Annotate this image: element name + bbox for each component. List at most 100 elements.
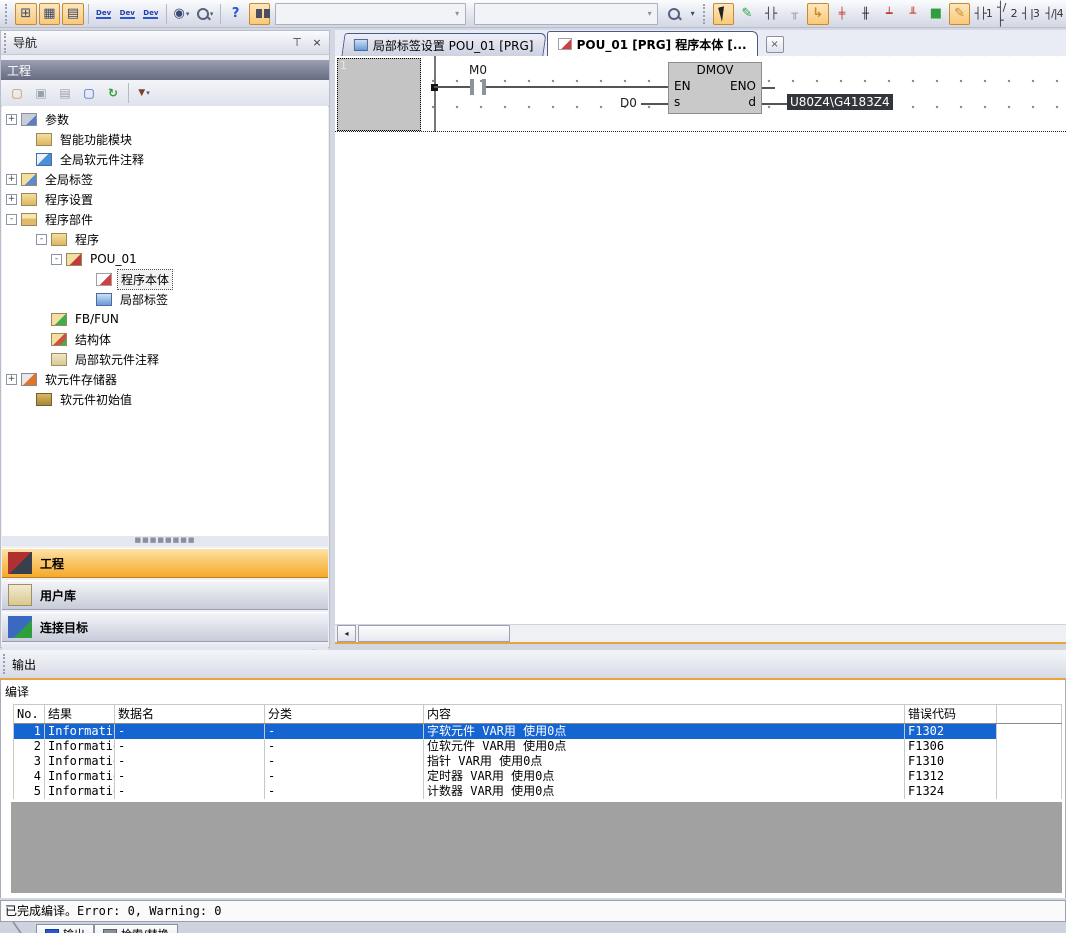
tree-item-pou[interactable]: -程序部件	[2, 209, 328, 229]
help-button[interactable]: ?	[225, 3, 247, 25]
search-combo-1[interactable]: ▾	[275, 3, 465, 25]
col-category[interactable]: 分类	[265, 705, 424, 723]
table-row[interactable]: 4 Information - - 定时器 VAR用 使用0点 F1312	[14, 769, 1062, 784]
document-find-button[interactable]	[663, 3, 685, 25]
search-combo-1-input[interactable]	[276, 5, 449, 23]
device-comment-edit-button[interactable]: ■	[925, 3, 947, 25]
device-memory-button[interactable]: Dev	[116, 3, 138, 25]
open-contact-symbol[interactable]	[470, 79, 474, 95]
nav-button-connection[interactable]: 连接目标	[2, 612, 328, 642]
tree-item-fb-fun[interactable]: FB/FUN	[2, 309, 328, 329]
expand-icon[interactable]: +	[6, 194, 17, 205]
destination-operand-selected[interactable]: U80Z4\G4183Z4	[787, 94, 893, 110]
horizontal-scrollbar[interactable]: ◂	[335, 624, 1066, 642]
ladder-editor[interactable]: 1 M0 DMOV ENENO sd D0 U80Z4\G4183Z4	[335, 56, 1066, 623]
toolbar-overflow-button[interactable]: ▾	[687, 3, 699, 25]
panel-splitter[interactable]: ■■■■■■■■	[2, 536, 328, 546]
table-header-row: No. 结果 数据名 分类 内容 错误代码	[14, 705, 1062, 724]
tree-item-structure[interactable]: 结构体	[2, 329, 328, 349]
close-branch-button[interactable]: ┤/|4	[1043, 3, 1065, 25]
expand-icon[interactable]: -	[51, 254, 62, 265]
tab-close-button[interactable]: ×	[766, 36, 784, 53]
tree-item-program-body[interactable]: 程序本体	[2, 269, 328, 289]
open-contact-button[interactable]: ┤├1	[972, 3, 994, 25]
panel-grip[interactable]	[4, 33, 10, 53]
search-combo-2-input[interactable]	[475, 5, 643, 23]
wire-mode-button[interactable]: ↳	[807, 3, 829, 25]
source-operand[interactable]: D0	[620, 96, 637, 110]
expand-icon[interactable]: +	[6, 374, 17, 385]
table-row[interactable]: 2 Information - - 位软元件 VAR用 使用0点 F1306	[14, 739, 1062, 754]
scrollbar-thumb[interactable]	[358, 625, 510, 642]
expand-icon[interactable]: -	[36, 234, 47, 245]
tree-item-local-label[interactable]: 局部标签	[2, 289, 328, 309]
table-row[interactable]: 1 Information - - 字软元件 VAR用 使用0点 F1302	[14, 724, 1062, 739]
combo-arrow-icon[interactable]: ▾	[642, 5, 657, 23]
col-result[interactable]: 结果	[45, 705, 115, 723]
statement-edit-button[interactable]: ✎	[949, 3, 971, 25]
table-row[interactable]: 3 Information - - 指针 VAR用 使用0点 F1310	[14, 754, 1062, 769]
toolbar-grip[interactable]	[703, 4, 709, 24]
tree-item-device-memory[interactable]: +软元件存储器	[2, 369, 328, 389]
dock-tab-output[interactable]: 输出	[36, 924, 94, 933]
rung-step-box[interactable]: 1	[337, 58, 421, 131]
tree-item-device-initial[interactable]: 软元件初始值	[2, 389, 328, 409]
tree-item-intelligent-module[interactable]: 智能功能模块	[2, 129, 328, 149]
col-error-code[interactable]: 错误代码	[905, 705, 997, 723]
tree-item-global-label[interactable]: +全局标签	[2, 169, 328, 189]
dropdown-arrow-icon: ▾	[146, 89, 150, 97]
tree-item-global-device-comment[interactable]: 全局软元件注释	[2, 149, 328, 169]
toolbar-grip[interactable]	[5, 4, 11, 24]
new-data-button[interactable]: ▢	[6, 83, 28, 104]
data-info-button[interactable]: ▢	[78, 83, 100, 104]
device-comment-button[interactable]: Dev	[93, 3, 115, 25]
search-combo-2[interactable]: ▾	[474, 3, 659, 25]
function-block-dmov[interactable]: DMOV ENENO sd	[668, 62, 762, 114]
col-data-name[interactable]: 数据名	[115, 705, 265, 723]
refresh-button[interactable]: ↻	[102, 83, 124, 104]
edit-mode-button[interactable]: ✎	[736, 3, 758, 25]
pin-icon[interactable]: ⊤	[289, 35, 305, 50]
combo-arrow-icon[interactable]: ▾	[450, 5, 465, 23]
close-icon[interactable]: ×	[309, 35, 325, 50]
select-mode-button[interactable]	[713, 3, 735, 25]
expand-icon[interactable]: -	[6, 214, 17, 225]
device-setting-button[interactable]: Dev	[140, 3, 162, 25]
monitor-mode-button[interactable]: ╥	[783, 3, 805, 25]
tree-item-pou01[interactable]: -POU_01	[2, 249, 328, 269]
tab-program-body[interactable]: POU_01 [PRG] 程序本体 [...	[547, 31, 758, 56]
work-window-button[interactable]: ▤	[62, 3, 84, 25]
expand-icon[interactable]: +	[6, 114, 17, 125]
copy-button[interactable]: ▣	[30, 83, 52, 104]
delete-vline-button[interactable]: ╨	[902, 3, 924, 25]
expand-icon[interactable]: +	[6, 174, 17, 185]
tree-item-parameters[interactable]: +参数	[2, 109, 328, 129]
nav-button-user-library[interactable]: 用户库	[2, 580, 328, 610]
scroll-left-button[interactable]: ◂	[337, 625, 356, 642]
sort-filter-button[interactable]: ▼▾	[133, 83, 155, 104]
device-monitor-button[interactable]: ◉▾	[171, 3, 193, 25]
find-button[interactable]	[249, 3, 271, 25]
contact-label[interactable]: M0	[463, 63, 493, 77]
dock-tab-find-replace[interactable]: 检索/替换	[94, 924, 178, 933]
delete-line-button[interactable]: ┷	[878, 3, 900, 25]
paste-button[interactable]: ▤	[54, 83, 76, 104]
project-view-button[interactable]: ⊞	[15, 3, 37, 25]
nav-button-project[interactable]: 工程	[2, 548, 328, 578]
col-no[interactable]: No.	[14, 705, 45, 723]
open-branch-button[interactable]: ┤ |3	[1020, 3, 1042, 25]
tree-item-local-device-comment[interactable]: 局部软元件注释	[2, 349, 328, 369]
col-content[interactable]: 内容	[424, 705, 905, 723]
open-contact-symbol[interactable]	[482, 79, 486, 95]
read-mode-button[interactable]: ┤├	[760, 3, 782, 25]
insert-vline-button[interactable]: ╫	[854, 3, 876, 25]
insert-line-button[interactable]: ╪	[831, 3, 853, 25]
panel-grip[interactable]	[3, 654, 9, 674]
tree-item-program[interactable]: -程序	[2, 229, 328, 249]
module-config-button[interactable]: ▦	[39, 3, 61, 25]
tree-item-program-setting[interactable]: +程序设置	[2, 189, 328, 209]
close-contact-button[interactable]: ┤/├2	[996, 3, 1018, 25]
device-find-button[interactable]: ▾	[194, 3, 216, 25]
tab-local-label-setting[interactable]: 局部标签设置 POU_01 [PRG]	[341, 33, 546, 56]
table-row[interactable]: 5 Information - - 计数器 VAR用 使用0点 F1324	[14, 784, 1062, 799]
